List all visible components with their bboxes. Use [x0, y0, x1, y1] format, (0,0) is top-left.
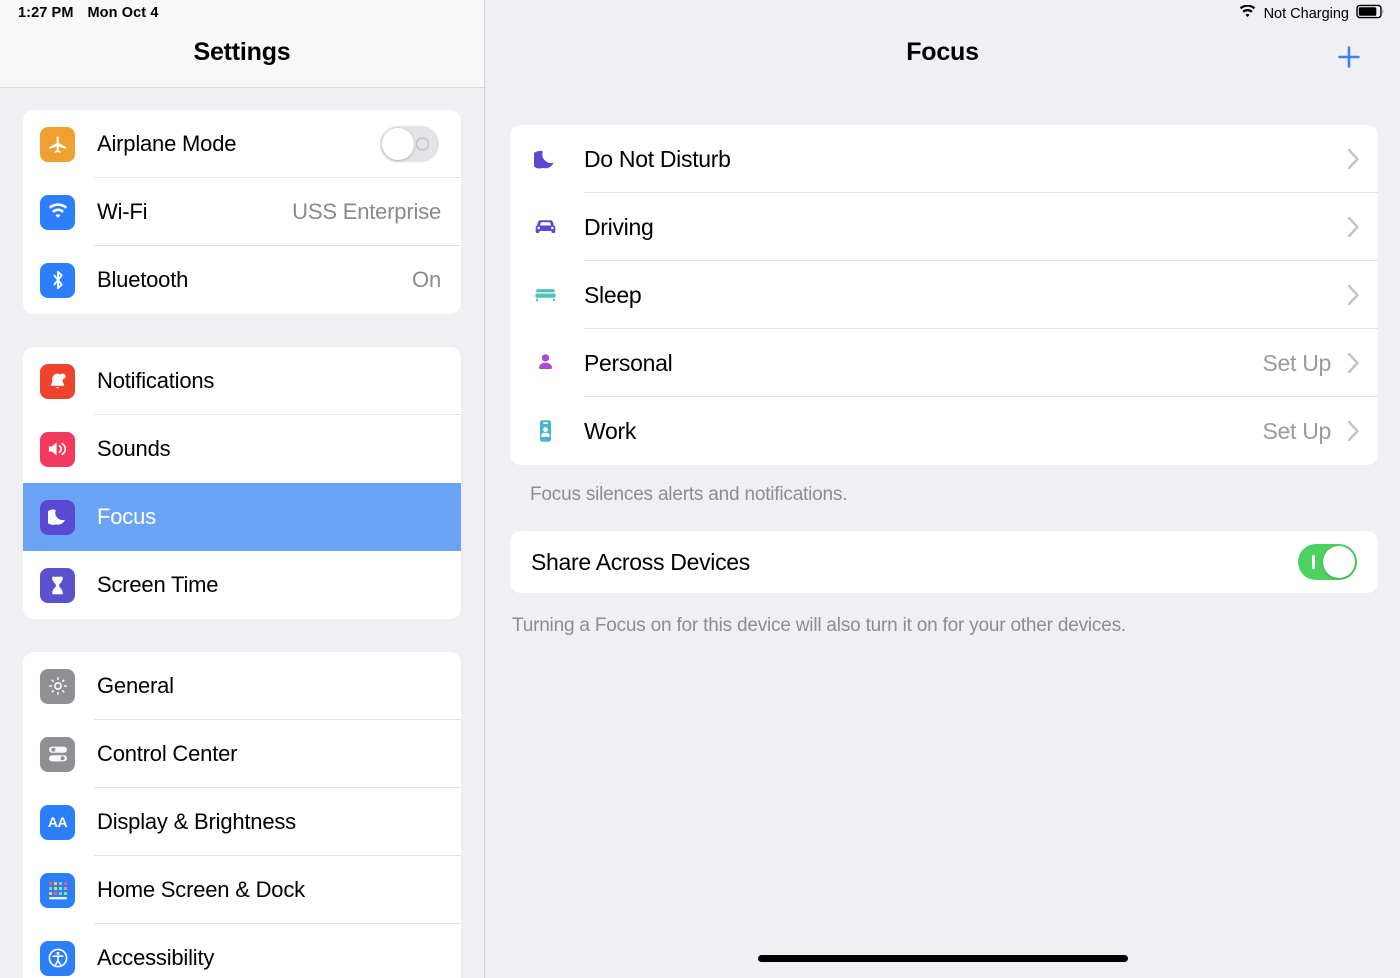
sidebar-item-label: Bluetooth	[97, 267, 189, 292]
focus-row-value: Set Up	[1262, 349, 1331, 376]
sidebar-group-connectivity: Airplane Mode Wi-Fi USS Enterprise Bluet…	[23, 110, 461, 314]
focus-modes-list: Do Not Disturb Driving Sleep Personal Se…	[510, 125, 1378, 465]
airplane-mode-toggle[interactable]	[380, 126, 439, 162]
sidebar-item-general[interactable]: General	[23, 652, 461, 720]
speaker-icon	[40, 431, 75, 467]
sidebar-item-display-brightness[interactable]: AA Display & Brightness	[23, 788, 461, 856]
sidebar-item-focus[interactable]: Focus	[23, 483, 461, 551]
share-footnote: Turning a Focus on for this device will …	[512, 615, 1126, 636]
focus-row-label: Personal	[584, 349, 673, 376]
focus-row-label: Driving	[584, 213, 654, 240]
airplane-icon	[40, 126, 75, 162]
sidebar-item-label: Screen Time	[97, 572, 219, 597]
sidebar-item-label: Wi-Fi	[97, 199, 148, 224]
detail-header: Not Charging Focus	[485, 0, 1400, 88]
toggle-off-mark	[416, 137, 429, 151]
focus-row-label: Work	[584, 417, 637, 444]
ipad-settings-screen: 1:27 PM Mon Oct 4 Settings Airplane Mode	[0, 0, 1400, 978]
focus-row-work[interactable]: Work Set Up	[510, 397, 1378, 465]
toggle-knob	[382, 128, 414, 160]
sidebar-item-label: Control Center	[97, 741, 238, 766]
accessibility-icon	[40, 940, 75, 976]
sidebar-item-screen-time[interactable]: Screen Time	[23, 551, 461, 619]
sidebar-item-label: Notifications	[97, 368, 215, 393]
share-across-devices-label: Share Across Devices	[531, 548, 750, 575]
display-brightness-icon: AA	[40, 804, 75, 840]
battery-icon	[1356, 4, 1386, 23]
status-bar-time: 1:27 PM	[18, 5, 74, 21]
moon-icon	[40, 499, 75, 535]
focus-row-sleep[interactable]: Sleep	[510, 261, 1378, 329]
share-across-devices-toggle[interactable]	[1298, 544, 1357, 580]
sidebar-group-system: General Control Center AA Display & Brig…	[23, 652, 461, 978]
hourglass-icon	[40, 567, 75, 603]
bell-icon	[40, 363, 75, 399]
focus-row-personal[interactable]: Personal Set Up	[510, 329, 1378, 397]
focus-row-do-not-disturb[interactable]: Do Not Disturb	[510, 125, 1378, 193]
share-across-devices-row[interactable]: Share Across Devices	[510, 531, 1378, 593]
bluetooth-icon	[40, 262, 75, 298]
status-bar-left: 1:27 PM Mon Oct 4	[18, 5, 159, 21]
wifi-icon	[40, 194, 75, 230]
sidebar-scroll-area[interactable]: Airplane Mode Wi-Fi USS Enterprise Bluet…	[0, 88, 484, 978]
control-center-icon	[40, 736, 75, 772]
sidebar-item-label: Focus	[97, 504, 156, 529]
sidebar-item-label: Display & Brightness	[97, 809, 296, 834]
toggle-on-mark	[1312, 555, 1315, 569]
focus-footnote: Focus silences alerts and notifications.	[530, 484, 848, 505]
focus-row-label: Do Not Disturb	[584, 145, 731, 172]
page-title: Settings	[193, 38, 291, 66]
focus-row-label: Sleep	[584, 281, 642, 308]
sidebar-item-value: On	[412, 267, 441, 292]
moon-icon	[530, 148, 560, 171]
car-icon	[530, 217, 560, 237]
chevron-right-icon	[1347, 284, 1360, 306]
chevron-right-icon	[1347, 420, 1360, 442]
status-bar-right: Not Charging	[1238, 4, 1386, 23]
sidebar-group-alerts: Notifications Sounds Focus Screen Time	[23, 347, 461, 619]
battery-status-label: Not Charging	[1263, 5, 1349, 22]
bed-icon	[530, 285, 560, 305]
sidebar-item-bluetooth[interactable]: Bluetooth On	[23, 246, 461, 314]
sidebar-item-airplane-mode[interactable]: Airplane Mode	[23, 110, 461, 178]
sidebar-item-wifi[interactable]: Wi-Fi USS Enterprise	[23, 178, 461, 246]
chevron-right-icon	[1347, 216, 1360, 238]
status-bar-date: Mon Oct 4	[87, 5, 159, 21]
id-badge-icon	[530, 419, 560, 443]
add-focus-button[interactable]	[1332, 40, 1366, 74]
home-screen-icon	[40, 872, 75, 908]
sidebar-item-label: General	[97, 673, 174, 698]
sidebar-item-label: Home Screen & Dock	[97, 877, 305, 902]
focus-row-driving[interactable]: Driving	[510, 193, 1378, 261]
wifi-icon	[1238, 4, 1257, 23]
toggle-knob	[1323, 546, 1355, 578]
chevron-right-icon	[1347, 148, 1360, 170]
sidebar-item-notifications[interactable]: Notifications	[23, 347, 461, 415]
sidebar-item-accessibility[interactable]: Accessibility	[23, 924, 461, 978]
sidebar-header: 1:27 PM Mon Oct 4 Settings	[0, 0, 484, 88]
sidebar-item-label: Airplane Mode	[97, 131, 237, 156]
settings-sidebar: 1:27 PM Mon Oct 4 Settings Airplane Mode	[0, 0, 485, 978]
sidebar-item-label: Accessibility	[97, 945, 215, 970]
sidebar-item-sounds[interactable]: Sounds	[23, 415, 461, 483]
home-indicator[interactable]	[757, 955, 1128, 962]
sidebar-item-value: USS Enterprise	[292, 199, 441, 224]
sidebar-item-home-screen-dock[interactable]: Home Screen & Dock	[23, 856, 461, 924]
sidebar-item-control-center[interactable]: Control Center	[23, 720, 461, 788]
gear-icon	[40, 668, 75, 704]
sidebar-item-label: Sounds	[97, 436, 171, 461]
detail-body: Do Not Disturb Driving Sleep Personal Se…	[485, 88, 1400, 978]
detail-page-title: Focus	[906, 38, 979, 66]
chevron-right-icon	[1347, 352, 1360, 374]
person-icon	[530, 352, 560, 374]
focus-detail-pane: Not Charging Focus Do Not Disturb Drivin…	[485, 0, 1400, 978]
focus-row-value: Set Up	[1262, 417, 1331, 444]
